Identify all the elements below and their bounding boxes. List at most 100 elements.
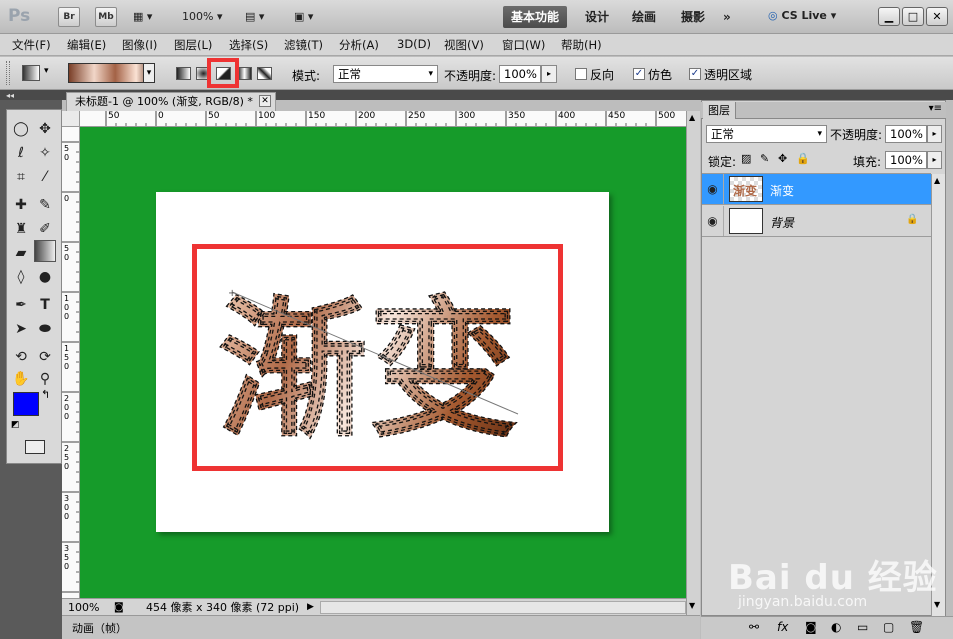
new-layer-icon[interactable]: ▢ xyxy=(883,620,894,634)
type-tool-icon[interactable]: T xyxy=(34,294,56,316)
arrange-documents-menu[interactable]: ▤ ▾ xyxy=(245,7,264,27)
status-zoom[interactable]: 100% xyxy=(68,600,99,615)
scroll-up-icon[interactable]: ▲ xyxy=(934,176,940,185)
scroll-up-icon[interactable]: ▲ xyxy=(689,113,695,122)
delete-layer-icon[interactable]: 🗑 xyxy=(909,620,924,634)
add-mask-icon[interactable]: ◙ xyxy=(805,620,817,634)
workspace-painting[interactable]: 绘画 xyxy=(624,6,664,28)
minimize-button[interactable]: ▁ xyxy=(878,7,900,26)
document-tab[interactable]: 未标题-1 @ 100% (渐变, RGB/8) * ✕ xyxy=(66,92,276,112)
layers-tab[interactable]: 图层 xyxy=(703,102,736,119)
ellipse-tool-icon[interactable]: ⬬ xyxy=(34,318,56,340)
close-window-button[interactable]: ✕ xyxy=(926,7,948,26)
menu-analysis[interactable]: 分析(A) xyxy=(339,37,379,53)
zoom-tool-icon[interactable]: ⚲ xyxy=(34,368,56,390)
path-selection-tool-icon[interactable]: ➤ xyxy=(10,318,32,340)
bridge-button[interactable]: Br xyxy=(58,7,80,27)
tool-preset-picker[interactable]: ▾ xyxy=(22,65,56,81)
history-brush-tool-icon[interactable]: ✐ xyxy=(34,218,56,240)
dodge-tool-icon[interactable]: ● xyxy=(34,266,56,288)
magic-wand-tool-icon[interactable]: ✧ xyxy=(34,142,56,164)
cs-live-menu[interactable]: ◎ CS Live ▾ xyxy=(768,9,836,22)
zoom-level-select[interactable]: 100% ▾ xyxy=(182,7,222,27)
layer-opacity-slider-button[interactable]: ▸ xyxy=(927,125,942,143)
fill-slider-button[interactable]: ▸ xyxy=(927,151,942,169)
blend-mode-select[interactable]: 正常 ▾ xyxy=(706,125,827,143)
clone-stamp-tool-icon[interactable]: ♜ xyxy=(10,218,32,240)
adjustment-layer-icon[interactable]: ◐ xyxy=(831,620,841,634)
status-options-icon[interactable]: ◙ xyxy=(114,600,124,615)
swap-colors-icon[interactable]: ↰ xyxy=(41,388,50,401)
layer-row-gradient[interactable]: ◉ 渐变 渐变 xyxy=(702,174,931,205)
more-workspaces-button[interactable]: » xyxy=(715,6,739,28)
maximize-button[interactable]: □ xyxy=(902,7,924,26)
workspace-essentials[interactable]: 基本功能 xyxy=(503,6,568,28)
visibility-eye-icon[interactable]: ◉ xyxy=(702,174,724,204)
3d-orbit-tool-icon[interactable]: ⟳ xyxy=(34,346,56,368)
reflected-gradient-button[interactable] xyxy=(237,67,252,80)
animation-panel-tab[interactable]: 动画（帧） xyxy=(62,615,700,639)
hand-tool-icon[interactable]: ✋ xyxy=(10,368,32,390)
default-colors-icon[interactable]: ◩ xyxy=(11,420,20,430)
opacity-slider-button[interactable]: ▸ xyxy=(541,65,557,83)
workspace-photography[interactable]: 摄影 xyxy=(673,6,713,28)
minibridge-button[interactable]: Mb xyxy=(95,7,117,27)
collapse-toolbox-icon[interactable]: ◂◂ xyxy=(6,91,14,100)
eyedropper-tool-icon[interactable]: ⁄ xyxy=(34,166,56,188)
gradient-preview[interactable] xyxy=(68,63,154,83)
mode-select[interactable]: 正常 ▾ xyxy=(333,65,438,83)
menu-image[interactable]: 图像(I) xyxy=(122,37,157,53)
visibility-eye-icon[interactable]: ◉ xyxy=(702,206,724,236)
gradient-tool-icon[interactable] xyxy=(34,240,56,262)
vertical-scrollbar[interactable]: ▲ ▼ xyxy=(686,111,700,615)
screen-mode-menu[interactable]: ▣ ▾ xyxy=(294,7,313,27)
3d-rotate-tool-icon[interactable]: ⟲ xyxy=(10,346,32,368)
dither-checkbox[interactable]: ✓ xyxy=(633,68,645,80)
crop-tool-icon[interactable]: ⌗ xyxy=(10,166,32,188)
quick-mask-button[interactable] xyxy=(25,440,45,454)
menu-file[interactable]: 文件(F) xyxy=(12,37,51,53)
menu-view[interactable]: 视图(V) xyxy=(444,37,484,53)
status-menu-arrow-icon[interactable]: ▶ xyxy=(307,600,314,615)
lock-position-icon[interactable]: ✥ xyxy=(778,152,787,165)
link-layers-icon[interactable]: ⚯ xyxy=(749,620,759,634)
menu-edit[interactable]: 编辑(E) xyxy=(67,37,106,53)
fill-input[interactable]: 100% xyxy=(885,151,927,169)
lasso-tool-icon[interactable]: ℓ xyxy=(10,142,32,164)
view-extras-menu[interactable]: ▦ ▾ xyxy=(133,7,152,27)
reverse-checkbox[interactable] xyxy=(575,68,587,80)
layer-opacity-input[interactable]: 100% xyxy=(885,125,927,143)
close-document-icon[interactable]: ✕ xyxy=(259,95,271,107)
new-group-icon[interactable]: ▭ xyxy=(857,620,868,634)
options-bar-grip[interactable] xyxy=(6,61,10,85)
panel-menu-icon[interactable]: ▾≡ xyxy=(929,103,942,114)
foreground-color-swatch[interactable] xyxy=(13,392,39,416)
workspace-design[interactable]: 设计 xyxy=(577,6,617,28)
lock-transparent-icon[interactable]: ▨ xyxy=(741,152,751,165)
menu-help[interactable]: 帮助(H) xyxy=(561,37,602,53)
menu-layer[interactable]: 图层(L) xyxy=(174,37,212,53)
gradient-picker-button[interactable]: ▾ xyxy=(143,63,155,83)
brush-tool-icon[interactable]: ✎ xyxy=(34,194,56,216)
layer-style-icon[interactable]: fx xyxy=(777,620,788,634)
marquee-tool-icon[interactable]: ◯ xyxy=(10,118,32,140)
blur-tool-icon[interactable]: ◊ xyxy=(10,266,32,288)
lock-image-icon[interactable]: ✎ xyxy=(760,152,769,165)
diamond-gradient-button[interactable] xyxy=(257,67,272,80)
scroll-down-icon[interactable]: ▼ xyxy=(689,601,695,610)
menu-filter[interactable]: 滤镜(T) xyxy=(284,37,323,53)
horizontal-scrollbar[interactable] xyxy=(320,601,686,614)
pen-tool-icon[interactable]: ✒ xyxy=(10,294,32,316)
ruler-origin[interactable] xyxy=(62,111,80,127)
move-tool-icon[interactable]: ✥ xyxy=(34,118,56,140)
opacity-input[interactable]: 100% xyxy=(499,65,541,83)
linear-gradient-button[interactable] xyxy=(176,67,191,80)
menu-select[interactable]: 选择(S) xyxy=(229,37,268,53)
lock-all-icon[interactable]: 🔒 xyxy=(796,152,810,165)
layer-row-background[interactable]: ◉ 背景 🔒 xyxy=(702,206,931,237)
menu-3d[interactable]: 3D(D) xyxy=(397,37,431,51)
scroll-down-icon[interactable]: ▼ xyxy=(934,600,940,609)
spot-healing-tool-icon[interactable]: ✚ xyxy=(10,194,32,216)
eraser-tool-icon[interactable]: ▰ xyxy=(10,242,32,264)
menu-window[interactable]: 窗口(W) xyxy=(502,37,545,53)
